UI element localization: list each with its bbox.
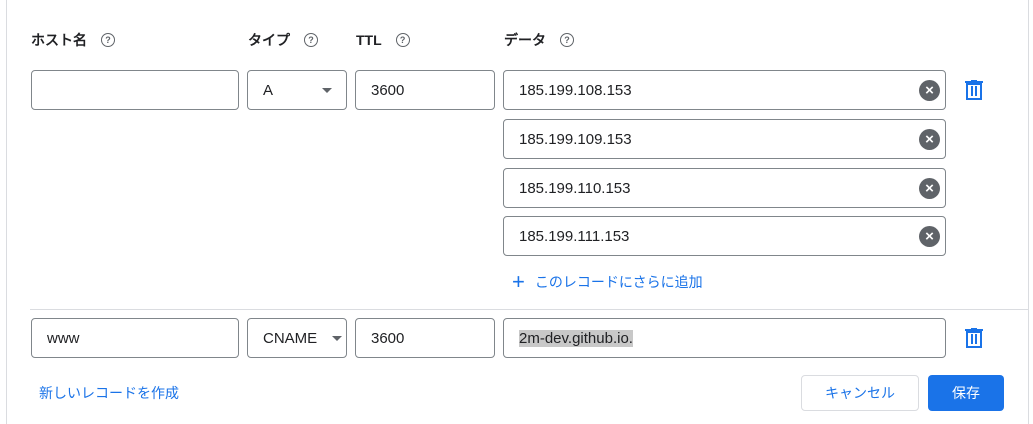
header-type: タイプ ? — [248, 30, 318, 50]
clear-icon[interactable]: × — [919, 178, 940, 199]
ttl-value: 3600 — [371, 81, 405, 99]
type-value: CNAME — [263, 329, 318, 347]
data-value-selected: 2m-dev.github.io. — [519, 329, 633, 347]
type-select[interactable]: CNAME — [247, 318, 347, 358]
save-label: 保存 — [952, 385, 980, 401]
help-icon[interactable]: ? — [395, 33, 410, 47]
header-ttl-label: TTL — [356, 32, 382, 48]
create-new-record-label: 新しいレコードを作成 — [39, 385, 179, 401]
panel-left-border — [6, 0, 7, 424]
type-value: A — [263, 81, 274, 99]
dropdown-arrow-icon — [322, 88, 332, 93]
hostname-input[interactable] — [31, 70, 239, 110]
cancel-button[interactable]: キャンセル — [801, 375, 919, 411]
type-select[interactable]: A — [247, 70, 347, 110]
hostname-value: www — [47, 329, 80, 347]
header-hostname: ホスト名 ? — [31, 30, 115, 50]
data-value: 185.199.111.153 — [519, 227, 630, 245]
data-value: 185.199.110.153 — [519, 179, 631, 197]
dns-records-editor: ホスト名 ? タイプ ? TTL ? データ ? A 3600 185.199.… — [0, 0, 1033, 424]
ttl-input[interactable]: 3600 — [355, 70, 495, 110]
header-data: データ ? — [504, 30, 574, 50]
data-input[interactable]: 185.199.108.153 × — [503, 70, 946, 110]
data-input[interactable]: 2m-dev.github.io. — [503, 318, 946, 358]
help-icon[interactable]: ? — [560, 33, 574, 47]
clear-icon[interactable]: × — [919, 80, 940, 101]
save-button[interactable]: 保存 — [928, 375, 1004, 411]
ttl-value: 3600 — [371, 329, 405, 347]
data-value-wrap: 2m-dev.github.io. — [504, 329, 633, 347]
hostname-input[interactable]: www — [31, 318, 239, 358]
dropdown-arrow-icon — [332, 336, 342, 341]
plus-icon: + — [512, 269, 525, 294]
trash-icon[interactable] — [965, 328, 983, 348]
clear-icon[interactable]: × — [919, 129, 940, 150]
trash-icon[interactable] — [965, 80, 983, 100]
header-ttl: TTL ? — [356, 30, 410, 50]
cancel-label: キャンセル — [825, 385, 895, 401]
data-value: 185.199.108.153 — [519, 81, 632, 99]
clear-icon[interactable]: × — [919, 226, 940, 247]
help-icon[interactable]: ? — [101, 33, 115, 47]
panel-right-border — [1028, 0, 1029, 424]
data-input[interactable]: 185.199.109.153 × — [503, 119, 946, 159]
help-icon[interactable]: ? — [304, 33, 318, 47]
data-value: 185.199.109.153 — [519, 130, 632, 148]
header-data-label: データ — [504, 32, 546, 48]
data-input[interactable]: 185.199.111.153 × — [503, 216, 946, 256]
create-new-record-link[interactable]: 新しいレコードを作成 — [39, 383, 179, 403]
ttl-input[interactable]: 3600 — [355, 318, 495, 358]
add-to-record-button[interactable]: + このレコードにさらに追加 — [512, 271, 703, 293]
data-input[interactable]: 185.199.110.153 × — [503, 168, 946, 208]
header-type-label: タイプ — [248, 32, 290, 48]
add-to-record-label: このレコードにさらに追加 — [534, 274, 703, 290]
header-hostname-label: ホスト名 — [31, 32, 87, 48]
record-divider — [30, 309, 1028, 310]
